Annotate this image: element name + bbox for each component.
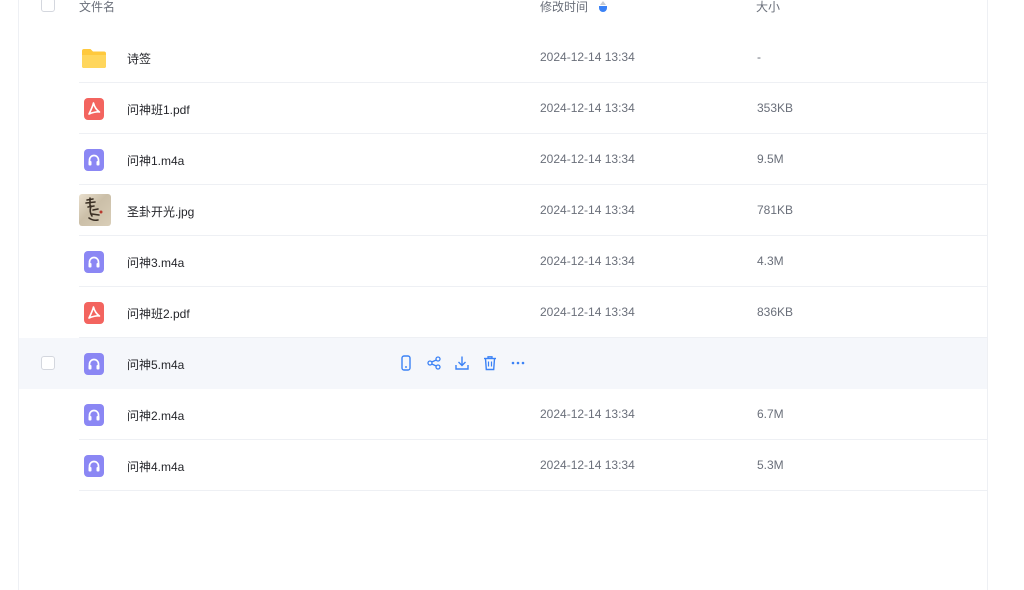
file-size: 353KB bbox=[757, 101, 794, 115]
file-size: 836KB bbox=[757, 305, 794, 319]
file-row[interactable]: 问神1.m4a 2024-12-14 13:34 9.5M bbox=[19, 134, 987, 185]
modified-time: 2024-12-14 13:34 bbox=[540, 305, 635, 319]
name-column-header[interactable]: 文件名 bbox=[79, 0, 115, 15]
modified-time: 2024-12-14 13:34 bbox=[540, 152, 635, 166]
file-name[interactable]: 问神班1.pdf bbox=[127, 101, 190, 118]
file-size: 4.3M bbox=[757, 254, 784, 268]
modified-time: 2024-12-14 13:34 bbox=[540, 101, 635, 115]
file-size: 6.7M bbox=[757, 407, 784, 421]
more-icon[interactable] bbox=[509, 354, 527, 372]
file-row[interactable]: 问神5.m4a bbox=[19, 338, 987, 389]
modified-time: 2024-12-14 13:34 bbox=[540, 50, 635, 64]
modified-time: 2024-12-14 13:34 bbox=[540, 254, 635, 268]
file-row[interactable]: 问神4.m4a 2024-12-14 13:34 5.3M bbox=[19, 440, 987, 491]
modified-time: 2024-12-14 13:34 bbox=[540, 407, 635, 421]
file-list: 诗签 2024-12-14 13:34 - 问神班1.pdf 2024-12-14 13… bbox=[19, 32, 987, 491]
phone-icon[interactable] bbox=[397, 354, 415, 372]
audio-file-icon bbox=[81, 453, 107, 479]
download-icon[interactable] bbox=[453, 354, 471, 372]
file-name[interactable]: 问神3.m4a bbox=[127, 254, 184, 271]
folder-icon bbox=[81, 45, 107, 71]
share-icon[interactable] bbox=[425, 354, 443, 372]
size-column-header[interactable]: 大小 bbox=[756, 0, 780, 15]
select-all-checkbox[interactable] bbox=[41, 0, 55, 12]
pdf-file-icon bbox=[81, 96, 107, 122]
file-name[interactable]: 圣卦开光.jpg bbox=[127, 203, 194, 220]
file-name[interactable]: 问神5.m4a bbox=[127, 356, 184, 373]
modified-time: 2024-12-14 13:34 bbox=[540, 458, 635, 472]
modified-time: 2024-12-14 13:34 bbox=[540, 203, 635, 217]
audio-file-icon bbox=[81, 351, 107, 377]
row-checkbox[interactable] bbox=[41, 356, 55, 370]
pdf-file-icon bbox=[81, 300, 107, 326]
file-size: 781KB bbox=[757, 203, 794, 217]
time-column-label: 修改时间 bbox=[540, 0, 589, 14]
file-list-header: 文件名 修改时间 大小 bbox=[19, 0, 987, 22]
file-name[interactable]: 问神2.m4a bbox=[127, 407, 184, 424]
sort-desc-icon[interactable] bbox=[599, 1, 608, 13]
file-name[interactable]: 问神班2.pdf bbox=[127, 305, 190, 322]
file-row[interactable]: 诗签 2024-12-14 13:34 - bbox=[19, 32, 987, 83]
file-name[interactable]: 问神1.m4a bbox=[127, 152, 184, 169]
file-size: 5.3M bbox=[757, 458, 784, 472]
file-row[interactable]: 问神班1.pdf 2024-12-14 13:34 353KB bbox=[19, 83, 987, 134]
file-name[interactable]: 问神4.m4a bbox=[127, 458, 184, 475]
file-list-panel: 文件名 修改时间 大小 诗签 2024-12-14 13:34 - 问神班1.pdf 2… bbox=[18, 0, 988, 590]
image-thumbnail[interactable] bbox=[79, 194, 111, 226]
file-row[interactable]: 圣卦开光.jpg 2024-12-14 13:34 781KB bbox=[19, 185, 987, 236]
file-size: 9.5M bbox=[757, 152, 784, 166]
file-name[interactable]: 诗签 bbox=[127, 50, 151, 67]
time-column-header[interactable]: 修改时间 bbox=[540, 0, 608, 15]
row-divider bbox=[79, 490, 987, 491]
file-size: - bbox=[757, 50, 761, 64]
audio-file-icon bbox=[81, 402, 107, 428]
file-row[interactable]: 问神3.m4a 2024-12-14 13:34 4.3M bbox=[19, 236, 987, 287]
delete-icon[interactable] bbox=[481, 354, 499, 372]
file-row[interactable]: 问神2.m4a 2024-12-14 13:34 6.7M bbox=[19, 389, 987, 440]
audio-file-icon bbox=[81, 249, 107, 275]
audio-file-icon bbox=[81, 147, 107, 173]
file-row[interactable]: 问神班2.pdf 2024-12-14 13:34 836KB bbox=[19, 287, 987, 338]
